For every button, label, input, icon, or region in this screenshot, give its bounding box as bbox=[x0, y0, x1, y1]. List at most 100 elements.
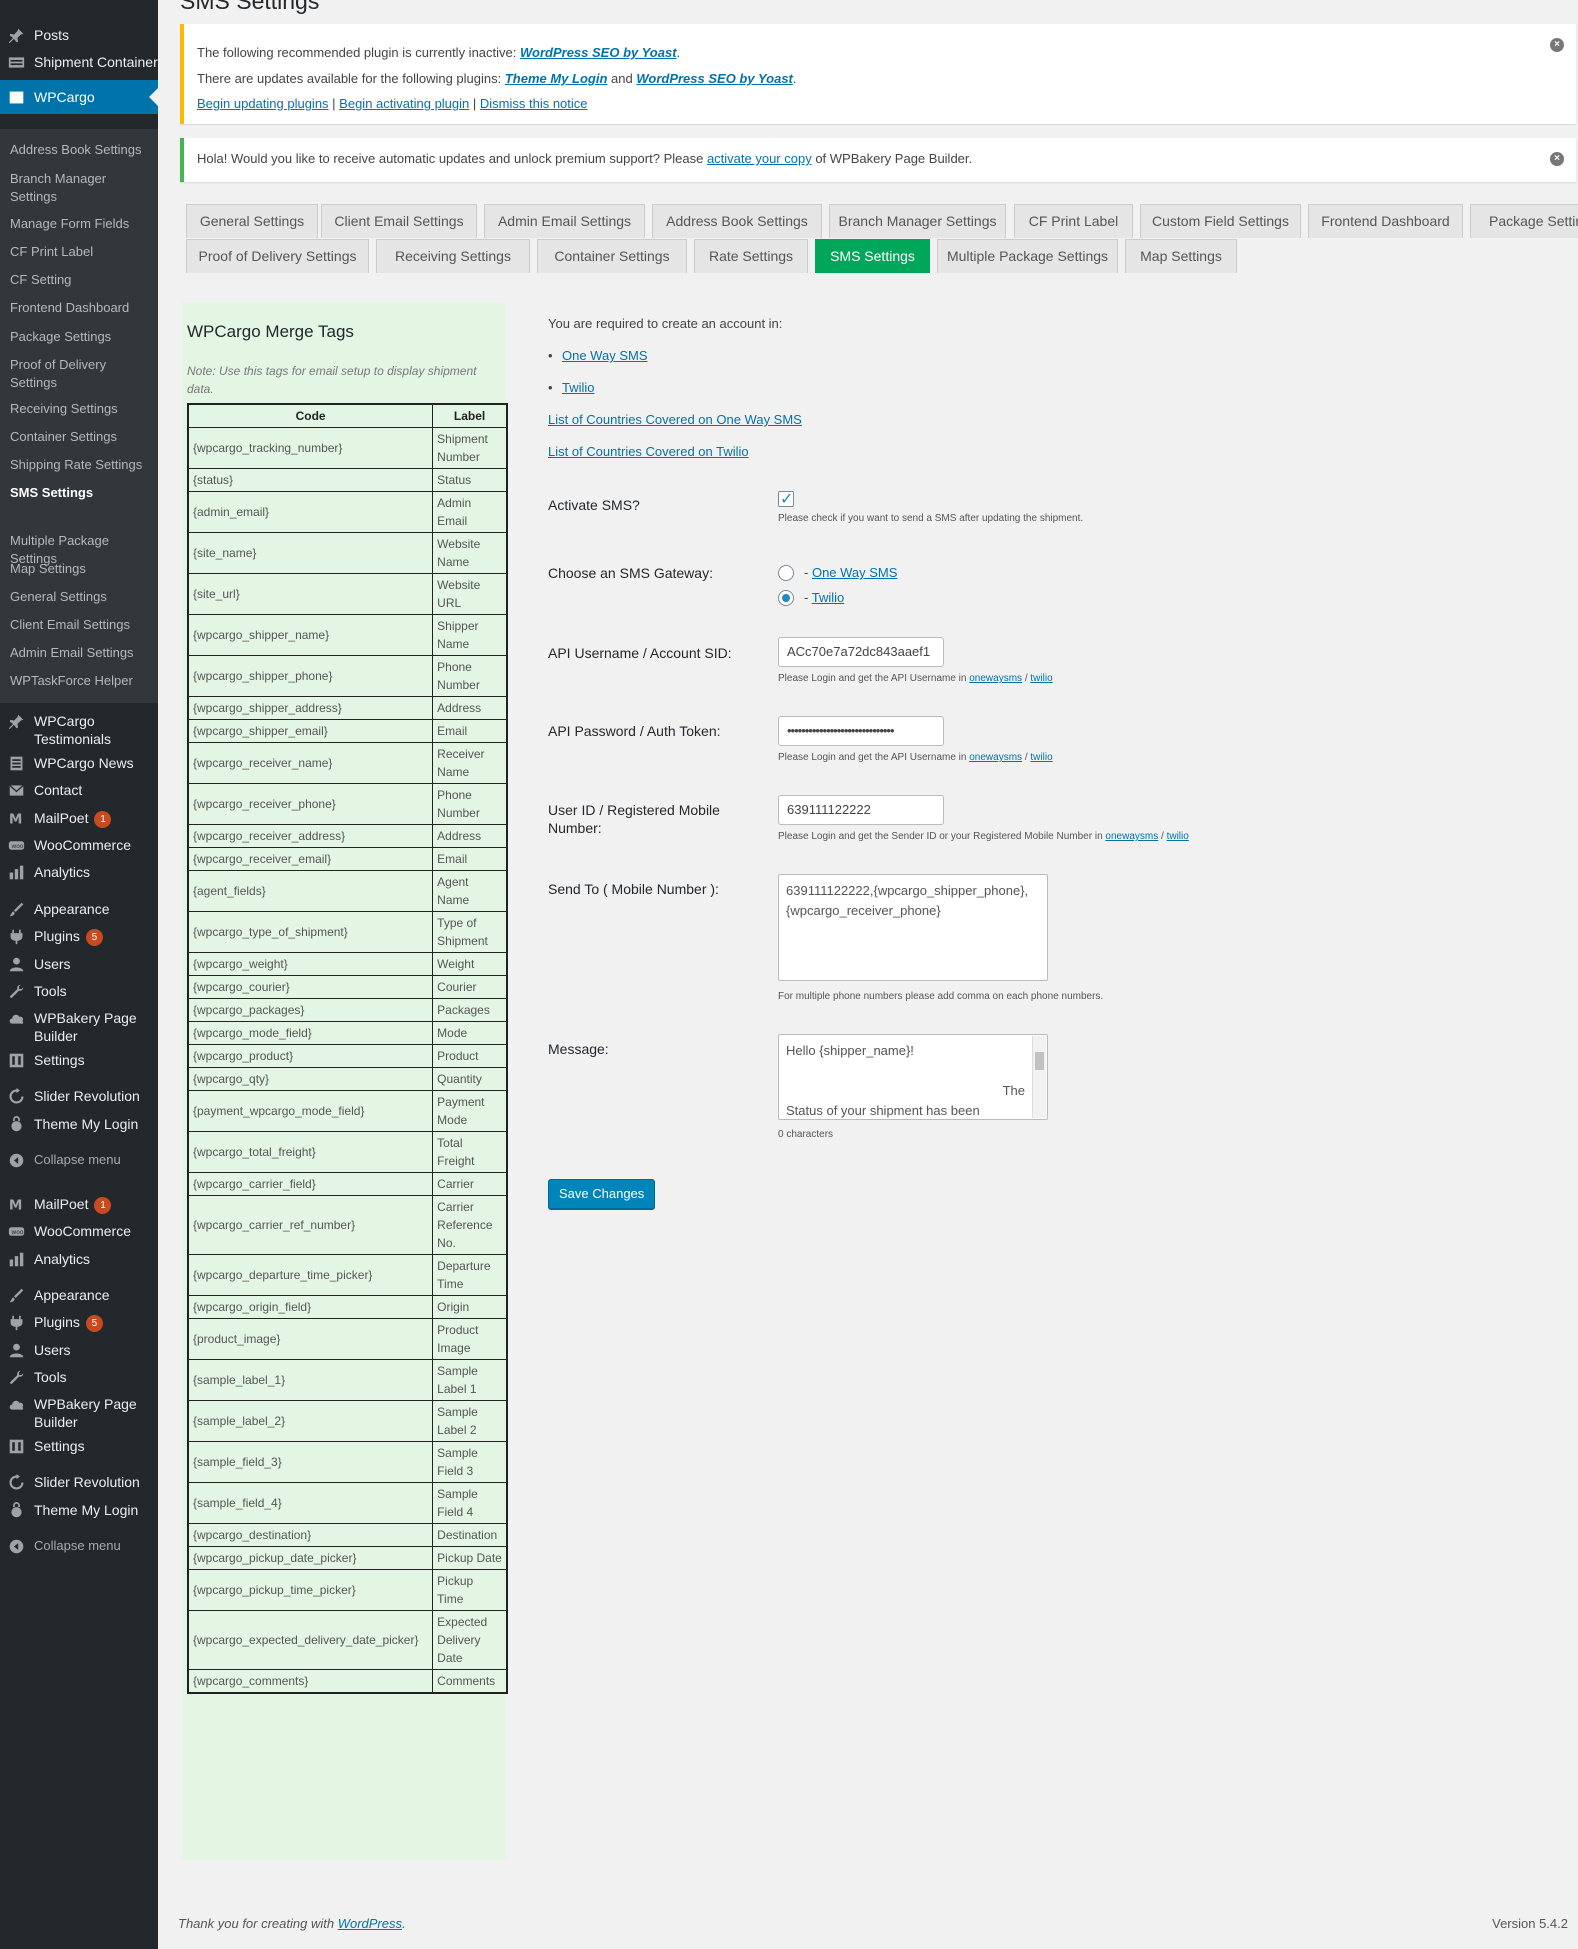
tab-package-settings[interactable]: Package Settings bbox=[1470, 204, 1578, 238]
tab-custom-field-settings[interactable]: Custom Field Settings bbox=[1140, 204, 1301, 238]
sidebar-item-analytics-2[interactable]: Analytics bbox=[0, 1250, 158, 1268]
submenu-item[interactable]: Container Settings bbox=[10, 428, 150, 446]
tab-cf-print-label[interactable]: CF Print Label bbox=[1014, 204, 1133, 238]
help-oneway-link[interactable]: onewaysms bbox=[969, 752, 1022, 763]
sidebar-item-collapse[interactable]: Collapse menu bbox=[0, 1151, 158, 1169]
sidebar-item-wpcargo-news[interactable]: WPCargo News bbox=[0, 754, 158, 772]
sidebar-item-woocommerce-2[interactable]: woo WooCommerce bbox=[0, 1222, 158, 1240]
tab-map-settings[interactable]: Map Settings bbox=[1125, 239, 1237, 273]
sidebar-item-woocommerce[interactable]: woo WooCommerce bbox=[0, 836, 158, 854]
oneway-account-link[interactable]: One Way SMS bbox=[562, 348, 647, 363]
gateway-twilio-link[interactable]: Twilio bbox=[812, 590, 845, 605]
begin-activating-link[interactable]: Begin activating plugin bbox=[339, 96, 469, 111]
submenu-item[interactable]: CF Print Label bbox=[10, 243, 150, 261]
sidebar-item-plugins-2[interactable]: Plugins 5 bbox=[0, 1313, 158, 1332]
close-icon[interactable]: × bbox=[1550, 152, 1564, 166]
wordpress-link[interactable]: WordPress bbox=[338, 1916, 402, 1931]
sidebar-item-appearance[interactable]: Appearance bbox=[0, 900, 158, 918]
help-twilio-link[interactable]: twilio bbox=[1167, 831, 1189, 842]
submenu-item[interactable]: Receiving Settings bbox=[10, 400, 150, 418]
tab-multiple-package-settings[interactable]: Multiple Package Settings bbox=[937, 239, 1118, 273]
help-oneway-link[interactable]: onewaysms bbox=[969, 673, 1022, 684]
submenu-item[interactable]: Manage Form Fields bbox=[10, 215, 150, 233]
tab-proof-of-delivery-settings[interactable]: Proof of Delivery Settings bbox=[186, 239, 369, 273]
submenu-item[interactable]: Map Settings bbox=[10, 560, 150, 578]
sidebar-item-tools[interactable]: Tools bbox=[0, 982, 158, 1000]
sidebar-item-mailpoet[interactable]: M MailPoet 1 bbox=[0, 809, 158, 828]
admin-sidebar: DashboardPostsShipment ContainerWPCargoM… bbox=[0, 0, 158, 1949]
tab-rate-settings[interactable]: Rate Settings bbox=[694, 239, 808, 273]
submenu-item[interactable]: Proof of Delivery Settings bbox=[10, 356, 150, 392]
sidebar-item-posts[interactable]: Posts bbox=[0, 26, 158, 44]
countries-twilio-link[interactable]: List of Countries Covered on Twilio bbox=[548, 444, 749, 459]
sidebar-item-contact[interactable]: Contact bbox=[0, 781, 158, 799]
submenu-item[interactable]: Admin Email Settings bbox=[10, 644, 150, 662]
sidebar-item-wpbakery-2[interactable]: WPBakery Page Builder bbox=[0, 1395, 158, 1431]
api-password-input[interactable]: •••••••••••••••••••••••••••••• bbox=[778, 716, 944, 746]
countries-oneway-link[interactable]: List of Countries Covered on One Way SMS bbox=[548, 412, 802, 427]
tab-general-settings[interactable]: General Settings bbox=[186, 204, 318, 238]
yoast-update-link[interactable]: WordPress SEO by Yoast bbox=[636, 71, 793, 86]
sidebar-item-shipment-container[interactable]: Shipment Container bbox=[0, 53, 158, 71]
send-to-textarea[interactable]: 639111122222,{wpcargo_shipper_phone},{wp… bbox=[778, 874, 1048, 981]
activate-sms-checkbox[interactable] bbox=[778, 489, 794, 509]
begin-updating-link[interactable]: Begin updating plugins bbox=[197, 96, 329, 111]
tab-branch-manager-settings[interactable]: Branch Manager Settings bbox=[829, 204, 1006, 238]
scrollbar-thumb[interactable] bbox=[1035, 1052, 1044, 1070]
submenu-item[interactable]: Frontend Dashboard bbox=[10, 299, 150, 317]
refresh-icon bbox=[7, 1087, 25, 1105]
sidebar-item-theme-my-login-2[interactable]: Theme My Login bbox=[0, 1501, 158, 1519]
save-changes-button[interactable]: Save Changes bbox=[548, 1179, 656, 1209]
tab-client-email-settings[interactable]: Client Email Settings bbox=[321, 204, 477, 238]
twilio-account-link[interactable]: Twilio bbox=[562, 380, 595, 395]
dismiss-notice-link[interactable]: Dismiss this notice bbox=[480, 96, 588, 111]
sidebar-item-mailpoet-2[interactable]: M MailPoet 1 bbox=[0, 1195, 158, 1214]
tab-address-book-settings[interactable]: Address Book Settings bbox=[652, 204, 822, 238]
theme-my-login-link[interactable]: Theme My Login bbox=[505, 71, 608, 86]
scrollbar[interactable] bbox=[1032, 1036, 1046, 1118]
submenu-item[interactable]: Package Settings bbox=[10, 328, 150, 346]
sidebar-item-tools-2[interactable]: Tools bbox=[0, 1368, 158, 1386]
submenu-item[interactable]: Branch Manager Settings bbox=[10, 170, 150, 206]
activate-sms-label: Activate SMS? bbox=[548, 497, 640, 513]
api-username-input[interactable]: ACc70e7a72dc843aaef1 bbox=[778, 637, 944, 667]
message-textarea[interactable]: Hello {shipper_name}! The Status of your… bbox=[778, 1034, 1048, 1120]
sidebar-item-plugins[interactable]: Plugins 5 bbox=[0, 927, 158, 946]
sidebar-item-users-2[interactable]: Users bbox=[0, 1341, 158, 1359]
help-twilio-link[interactable]: twilio bbox=[1030, 673, 1052, 684]
submenu-item[interactable]: Address Book Settings bbox=[10, 141, 150, 159]
gateway-oneway-link[interactable]: One Way SMS bbox=[812, 565, 897, 580]
sidebar-item-wpcargo-testimonials[interactable]: WPCargo Testimonials bbox=[0, 712, 158, 748]
sidebar-item-appearance-2[interactable]: Appearance bbox=[0, 1286, 158, 1304]
sidebar-item-analytics[interactable]: Analytics bbox=[0, 863, 158, 881]
sidebar-item-settings-2[interactable]: Settings bbox=[0, 1437, 158, 1455]
user-id-input[interactable]: 639111122222 bbox=[778, 795, 944, 825]
sidebar-item-collapse-2[interactable]: Collapse menu bbox=[0, 1537, 158, 1555]
tab-container-settings[interactable]: Container Settings bbox=[537, 239, 687, 273]
submenu-item[interactable]: General Settings bbox=[10, 588, 150, 606]
sidebar-item-theme-my-login[interactable]: Theme My Login bbox=[0, 1115, 158, 1133]
submenu-item[interactable]: Shipping Rate Settings bbox=[10, 456, 150, 474]
submenu-item[interactable]: CF Setting bbox=[10, 271, 150, 289]
gateway-oneway-radio[interactable] bbox=[778, 565, 794, 581]
submenu-item[interactable]: Client Email Settings bbox=[10, 616, 150, 634]
tab-admin-email-settings[interactable]: Admin Email Settings bbox=[484, 204, 645, 238]
tab-receiving-settings[interactable]: Receiving Settings bbox=[376, 239, 530, 273]
sidebar-item-settings[interactable]: Settings bbox=[0, 1051, 158, 1069]
gateway-twilio-radio[interactable] bbox=[778, 590, 794, 606]
activate-copy-link[interactable]: activate your copy bbox=[707, 151, 812, 166]
yoast-link[interactable]: WordPress SEO by Yoast bbox=[520, 45, 677, 60]
help-oneway-link[interactable]: onewaysms bbox=[1105, 831, 1158, 842]
sidebar-item-slider-revolution[interactable]: Slider Revolution bbox=[0, 1087, 158, 1105]
sidebar-item-label: Tools bbox=[34, 983, 67, 999]
sidebar-item-wpcargo[interactable]: WPCargo bbox=[0, 80, 158, 114]
sidebar-item-slider-revolution-2[interactable]: Slider Revolution bbox=[0, 1473, 158, 1491]
tab-frontend-dashboard[interactable]: Frontend Dashboard bbox=[1308, 204, 1463, 238]
close-icon[interactable]: × bbox=[1550, 38, 1564, 52]
sidebar-item-users[interactable]: Users bbox=[0, 955, 158, 973]
tab-sms-settings[interactable]: SMS Settings bbox=[815, 239, 930, 273]
submenu-item[interactable]: SMS Settings bbox=[10, 484, 150, 502]
help-twilio-link[interactable]: twilio bbox=[1030, 752, 1052, 763]
sidebar-item-wpbakery[interactable]: WPBakery Page Builder bbox=[0, 1009, 158, 1045]
submenu-item[interactable]: WPTaskForce Helper bbox=[10, 672, 150, 690]
